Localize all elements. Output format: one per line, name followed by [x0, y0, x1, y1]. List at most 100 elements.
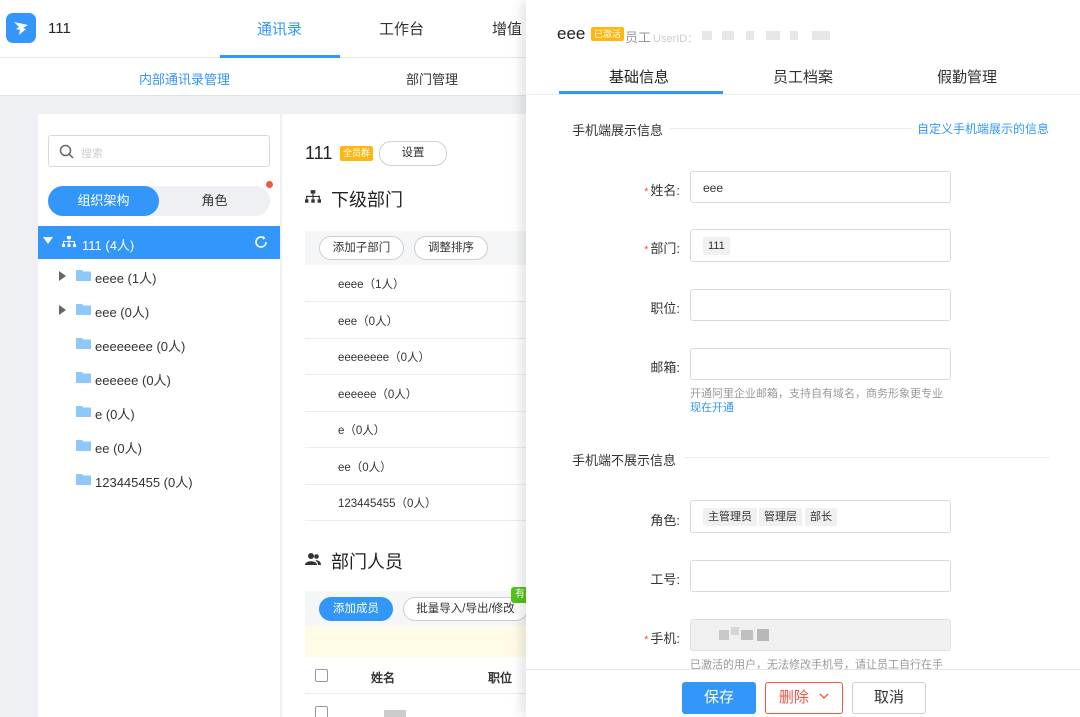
folder-icon	[76, 372, 91, 383]
folder-icon	[76, 406, 91, 417]
add-sub-dept-button[interactable]: 添加子部门	[319, 236, 404, 260]
enable-email-link[interactable]: 现在开通	[690, 399, 734, 415]
name-input[interactable]: eee	[690, 171, 951, 203]
redacted-userid	[702, 31, 712, 40]
sub-dept-title: 下级部门	[331, 190, 403, 210]
email-label: 邮箱:	[650, 360, 680, 375]
sub-dept-label: ee（0人）	[338, 461, 392, 474]
email-input[interactable]	[690, 348, 951, 380]
tree-item[interactable]: e (0人)	[38, 399, 280, 425]
sub-dept-row[interactable]: eeee（1人）	[305, 265, 526, 302]
activated-tag: 已激活	[591, 27, 625, 41]
sub-dept-row[interactable]: eee（0人）	[305, 302, 526, 339]
refresh-icon[interactable]	[254, 235, 268, 249]
required-mark: *	[644, 244, 649, 256]
redacted-phone	[719, 630, 729, 640]
redacted-userid	[812, 31, 830, 40]
caret-right-icon[interactable]	[59, 271, 66, 281]
tree-root-item[interactable]: 111 (4人)	[38, 226, 280, 259]
subtab-dept-management[interactable]: 部门管理	[406, 69, 458, 88]
tree-item[interactable]: eeeeee (0人)	[38, 365, 280, 391]
employee-detail-drawer: eee 已激活 员工 UserID： 基础信息 员工档案 假勤管理 手机端展示信息…	[526, 0, 1080, 717]
dept-label: * 部门:	[644, 241, 680, 256]
dept-settings-button[interactable]: 设置	[379, 141, 447, 166]
jobno-label: 工号:	[650, 572, 680, 587]
members-title: 部门人员	[331, 552, 403, 572]
tree-item-label: 123445455 (0人)	[95, 475, 193, 490]
tab-basic-info[interactable]: 基础信息	[609, 66, 669, 87]
drawer-footer: 保存 删除 取消	[526, 669, 1080, 717]
search-input[interactable]: 搜索	[48, 135, 270, 167]
caret-down-icon[interactable]	[43, 237, 53, 244]
tree-item-label: e (0人)	[95, 407, 135, 422]
dept-name: 111	[305, 143, 333, 163]
customize-mobile-info-link[interactable]: 自定义手机端展示的信息	[917, 120, 1049, 137]
delete-button[interactable]: 删除	[765, 682, 843, 714]
row-checkbox[interactable]	[315, 706, 328, 717]
members-table-header: 姓名 职位	[305, 657, 526, 694]
name-label: * 姓名:	[644, 183, 680, 198]
tree-item[interactable]: ee (0人)	[38, 433, 280, 459]
chevron-down-icon	[819, 693, 829, 699]
jobno-input[interactable]	[690, 560, 951, 592]
dept-chip[interactable]: 111	[703, 237, 730, 255]
org-chart-icon	[62, 236, 76, 247]
caret-right-icon[interactable]	[59, 305, 66, 315]
divider	[684, 457, 1050, 458]
column-position: 职位	[488, 671, 513, 685]
search-icon	[59, 144, 74, 159]
sub-dept-row[interactable]: eeeeee（0人）	[305, 375, 526, 412]
tree-item[interactable]: 123445455 (0人)	[38, 467, 280, 493]
role-select[interactable]: 主管理员 管理层 部长	[690, 500, 951, 533]
sub-dept-row[interactable]: e（0人）	[305, 411, 526, 448]
tree-item-label: ee (0人)	[95, 441, 142, 456]
tab-attendance[interactable]: 假勤管理	[937, 66, 997, 87]
nav-tab-workbench[interactable]: 工作台	[379, 18, 424, 39]
tab-roles[interactable]: 角色	[159, 186, 270, 216]
sub-dept-label: eeeeee（0人）	[338, 388, 418, 401]
select-all-checkbox[interactable]	[315, 669, 328, 682]
position-label: 职位:	[650, 301, 680, 316]
batch-import-export-button[interactable]: 批量导入/导出/修改	[403, 597, 528, 621]
role-chip[interactable]: 部长	[805, 508, 837, 526]
dingtalk-logo-icon[interactable]	[6, 13, 36, 43]
add-member-button[interactable]: 添加成员	[319, 597, 393, 621]
save-button[interactable]: 保存	[682, 682, 756, 714]
divider	[670, 128, 912, 129]
group-title-mobile-hidden: 手机端不展示信息	[572, 453, 677, 468]
tab-employee-profile[interactable]: 员工档案	[773, 66, 833, 87]
sub-dept-row[interactable]: ee（0人）	[305, 448, 526, 485]
notice-bar	[305, 626, 526, 657]
role-chip[interactable]: 主管理员	[703, 508, 757, 526]
adjust-order-button[interactable]: 调整排序	[414, 236, 488, 260]
org-name[interactable]: 111	[48, 20, 71, 37]
nav-tab-value-added[interactable]: 增值	[492, 18, 522, 39]
sub-dept-label: e（0人）	[338, 425, 386, 437]
tab-org-structure[interactable]: 组织架构	[48, 186, 159, 216]
folder-icon	[76, 270, 91, 281]
redacted-phone	[731, 627, 739, 635]
subtab-internal-contacts[interactable]: 内部通讯录管理	[139, 69, 230, 88]
redacted-userid	[722, 31, 734, 40]
dept-select[interactable]: 111	[690, 229, 951, 262]
sub-dept-row[interactable]: eeeeeeee（0人）	[305, 338, 526, 375]
employee-label: 员工	[625, 30, 652, 45]
folder-icon	[76, 338, 91, 349]
sub-dept-label: 123445455（0人）	[338, 498, 437, 510]
view-switch: 组织架构 角色	[48, 186, 270, 216]
tab-divider	[526, 94, 1080, 95]
phone-input	[690, 619, 951, 651]
role-chip[interactable]: 管理层	[759, 508, 802, 526]
cancel-button[interactable]: 取消	[852, 682, 926, 714]
tree-item-label: eeeeee (0人)	[95, 373, 171, 388]
tree-item[interactable]: eeeeeeee (0人)	[38, 331, 280, 357]
sub-dept-toolbar: 添加子部门 调整排序	[305, 231, 526, 265]
tree-item-label: eeee (1人)	[95, 271, 157, 286]
tree-item[interactable]: eee (0人)	[38, 297, 280, 323]
position-input[interactable]	[690, 289, 951, 321]
tree-item-label: eee (0人)	[95, 305, 150, 320]
tree-item[interactable]: eeee (1人)	[38, 263, 280, 289]
nav-tab-contacts[interactable]: 通讯录	[257, 18, 302, 39]
sub-dept-row[interactable]: 123445455（0人）	[305, 484, 526, 521]
sub-dept-label: eeeeeeee（0人）	[338, 352, 431, 364]
